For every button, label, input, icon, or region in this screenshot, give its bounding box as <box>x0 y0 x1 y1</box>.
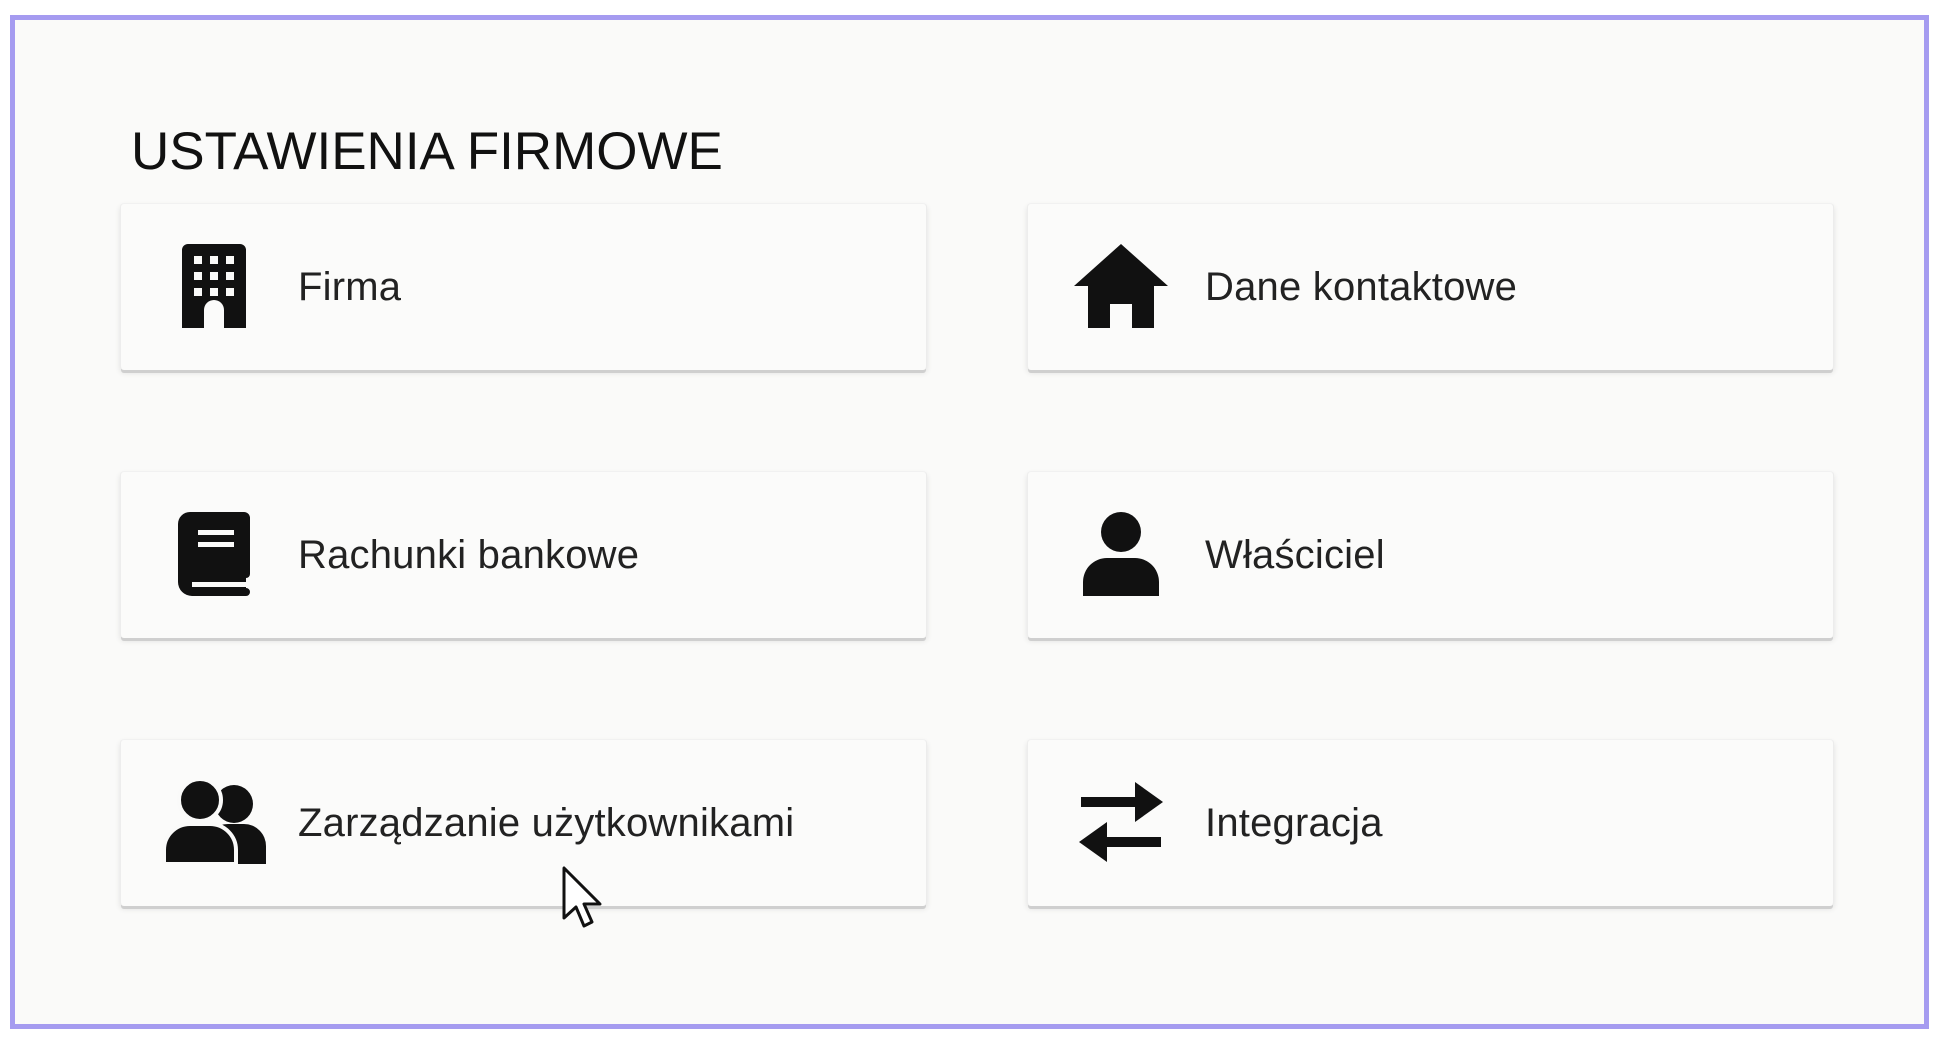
building-icon <box>161 238 266 334</box>
house-icon <box>1068 238 1173 334</box>
person-icon <box>1068 506 1173 602</box>
card-label-zarzadzanie-uzytkownikami: Zarządzanie użytkownikami <box>298 801 795 845</box>
users-icon <box>161 774 266 870</box>
card-integracja[interactable]: Integracja <box>1027 739 1834 906</box>
card-wlasciciel[interactable]: Właściciel <box>1027 471 1834 638</box>
swap-arrows-icon <box>1068 774 1173 870</box>
card-label-dane-kontaktowe: Dane kontaktowe <box>1205 265 1518 309</box>
settings-panel: USTAWIENIA FIRMOWE Firma Dane kontaktowe <box>10 15 1929 1029</box>
card-label-rachunki-bankowe: Rachunki bankowe <box>298 533 640 577</box>
card-dane-kontaktowe[interactable]: Dane kontaktowe <box>1027 203 1834 370</box>
card-label-wlasciciel: Właściciel <box>1205 533 1385 577</box>
card-label-firma: Firma <box>298 265 402 309</box>
card-firma[interactable]: Firma <box>120 203 927 370</box>
card-zarzadzanie-uzytkownikami[interactable]: Zarządzanie użytkownikami <box>120 739 927 906</box>
page-title: USTAWIENIA FIRMOWE <box>131 122 723 181</box>
book-icon <box>161 506 266 602</box>
card-label-integracja: Integracja <box>1205 801 1383 845</box>
card-rachunki-bankowe[interactable]: Rachunki bankowe <box>120 471 927 638</box>
